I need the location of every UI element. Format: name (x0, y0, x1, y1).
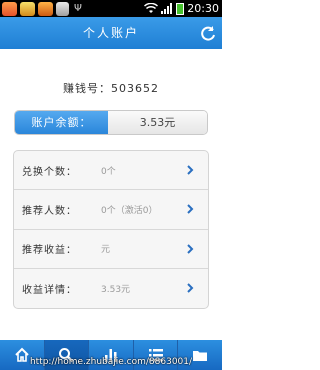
item-label: 推荐收益： (22, 245, 77, 257)
balance-label: 账户余额： (15, 111, 108, 134)
list-item-exchange-count[interactable]: 兑换个数： 0个 (14, 151, 208, 191)
item-value: 元 (101, 245, 111, 256)
chevron-right-icon (187, 204, 194, 214)
stats-list: 兑换个数： 0个 推荐人数： 0个（激活0） 推荐收益： 元 收益详情： 3.5… (13, 150, 209, 309)
item-value: 0个 (101, 166, 116, 177)
refresh-icon[interactable] (200, 25, 216, 41)
wifi-icon (144, 3, 159, 13)
list-item-referral-count[interactable]: 推荐人数： 0个（激活0） (14, 190, 208, 230)
balance-box: 账户余额： 3.53元 (14, 110, 208, 135)
signal-icon (161, 3, 173, 14)
account-content: 赚钱号：503652 账户余额： 3.53元 兑换个数： 0个 推荐人数： 0个… (0, 49, 222, 340)
page-title: 个人账户 (82, 26, 139, 40)
chevron-right-icon (187, 243, 194, 254)
watermark: http://home.zhubajie.com/8863001/ (29, 357, 193, 367)
item-label: 兑换个数： (22, 166, 77, 178)
account-number-row: 赚钱号：503652 (0, 80, 222, 96)
item-label: 推荐人数： (22, 205, 77, 217)
account-number-value: 503652 (111, 82, 159, 95)
battery-icon (176, 2, 185, 15)
usb-icon: Ψ (74, 3, 82, 14)
notification-icons: Ψ (2, 1, 82, 16)
title-bar: 个人账户 (0, 17, 222, 49)
clock: 20:30 (187, 2, 219, 15)
item-label: 收益详情： (22, 284, 77, 296)
account-number-label: 赚钱号： (63, 82, 111, 95)
item-value: 3.53元 (101, 284, 131, 295)
item-value: 0个（激活0） (101, 205, 158, 216)
chevron-right-icon (187, 165, 194, 175)
app-notification-icon (38, 1, 53, 16)
balance-value: 3.53元 (108, 111, 207, 134)
list-item-earnings-detail[interactable]: 收益详情： 3.53元 (14, 269, 208, 308)
app-notification-icon (2, 1, 17, 16)
app-notification-icon (20, 1, 35, 16)
status-bar: Ψ 20:30 (0, 0, 222, 17)
system-status: 20:30 (144, 2, 222, 15)
chevron-right-icon (187, 283, 194, 293)
app-notification-icon (56, 1, 69, 16)
list-item-referral-earnings[interactable]: 推荐收益： 元 (14, 230, 208, 269)
